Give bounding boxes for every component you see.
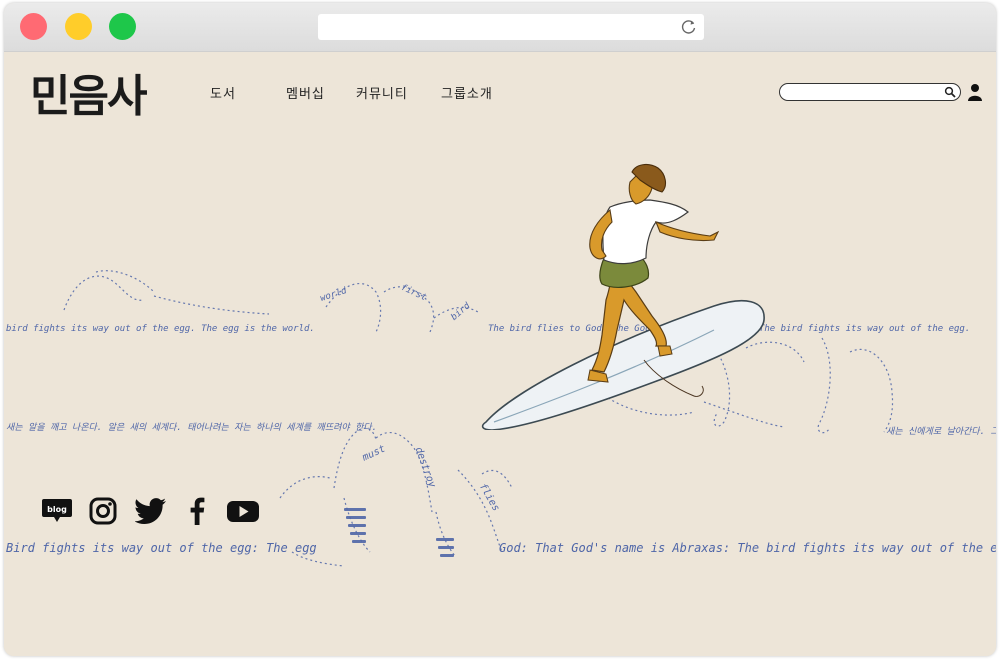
address-bar[interactable]	[318, 14, 704, 40]
browser-window: 민음사 도서 멤버십 커뮤니티 그룹소개 bird fights its way…	[4, 3, 996, 656]
close-window-button[interactable]	[20, 13, 47, 40]
minimize-window-button[interactable]	[65, 13, 92, 40]
twitter-icon[interactable]	[135, 497, 167, 525]
blog-icon-label: blog	[47, 505, 67, 514]
facebook-icon[interactable]	[188, 497, 206, 525]
browser-titlebar	[4, 3, 996, 52]
site-logo[interactable]: 민음사	[30, 60, 147, 124]
instagram-icon[interactable]	[89, 497, 117, 525]
youtube-icon[interactable]	[226, 497, 260, 525]
nav-books[interactable]: 도서	[210, 83, 236, 102]
nav-community[interactable]: 커뮤니티	[356, 83, 408, 102]
surfer-illustration	[481, 163, 765, 430]
user-icon[interactable]	[967, 83, 983, 102]
maximize-window-button[interactable]	[109, 13, 136, 40]
nav-about[interactable]: 그룹소개	[441, 83, 493, 102]
search-icon[interactable]	[944, 86, 956, 98]
blog-icon[interactable]: blog	[41, 497, 73, 525]
nav-membership[interactable]: 멤버십	[286, 83, 325, 102]
search-box[interactable]	[779, 83, 961, 101]
page-content: 민음사 도서 멤버십 커뮤니티 그룹소개 bird fights its way…	[4, 52, 996, 656]
reload-icon[interactable]	[680, 18, 698, 36]
search-input[interactable]	[788, 85, 938, 98]
